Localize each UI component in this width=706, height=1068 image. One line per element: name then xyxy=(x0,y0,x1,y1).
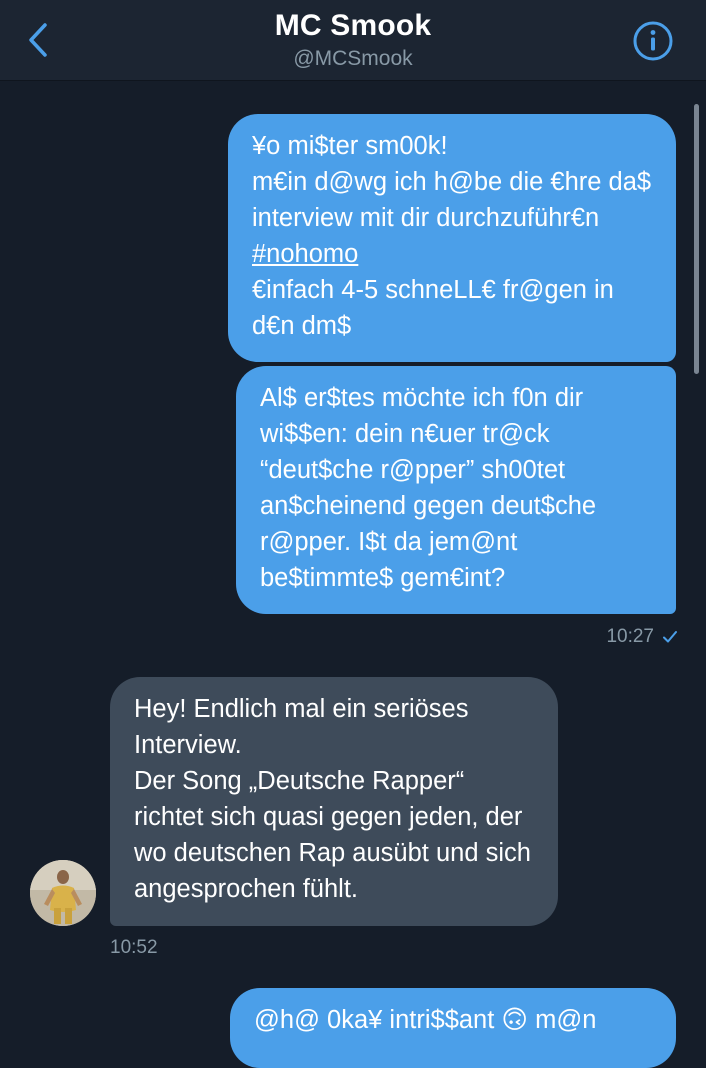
message-text: Al$ er$tes möchte ich f0n dir wi$$en: de… xyxy=(260,384,597,592)
message-timestamp: 10:52 xyxy=(110,937,158,958)
incoming-message[interactable]: Hey! Endlich mal ein seriöses Interview.… xyxy=(110,677,558,926)
message-timestamp: 10:27 xyxy=(606,626,654,647)
outgoing-message[interactable]: Al$ er$tes möchte ich f0n dir wi$$en: de… xyxy=(236,366,676,614)
conversation-handle: @MCSmook xyxy=(293,47,413,70)
checkmark-icon xyxy=(663,631,677,643)
conversation-title[interactable]: MC Smook xyxy=(0,9,706,43)
info-button[interactable] xyxy=(630,18,676,64)
message-text: @h@ 0ka¥ intri$$ant 🙃 m@n xyxy=(254,1006,597,1034)
message-text: Hey! Endlich mal ein seriöses Interview.… xyxy=(134,695,531,903)
message-text: €infach 4-5 schneLL€ fr@gen in d€n dm$ xyxy=(252,276,614,340)
conversation-header: MC Smook @MCSmook xyxy=(0,0,706,81)
avatar-image xyxy=(30,860,96,926)
message-text: ¥o mi$ter sm00k! m€in d@wg ich h@be die … xyxy=(252,132,652,232)
avatar[interactable] xyxy=(30,860,96,926)
outgoing-message[interactable]: ¥o mi$ter sm00k! m€in d@wg ich h@be die … xyxy=(228,114,676,362)
scrollbar[interactable] xyxy=(694,104,699,374)
message-timestamp-row: 10:27 xyxy=(606,626,678,648)
info-icon xyxy=(633,21,673,61)
outgoing-message[interactable]: @h@ 0ka¥ intri$$ant 🙃 m@n xyxy=(230,988,676,1068)
hashtag-link[interactable]: #nohomo xyxy=(252,240,358,268)
